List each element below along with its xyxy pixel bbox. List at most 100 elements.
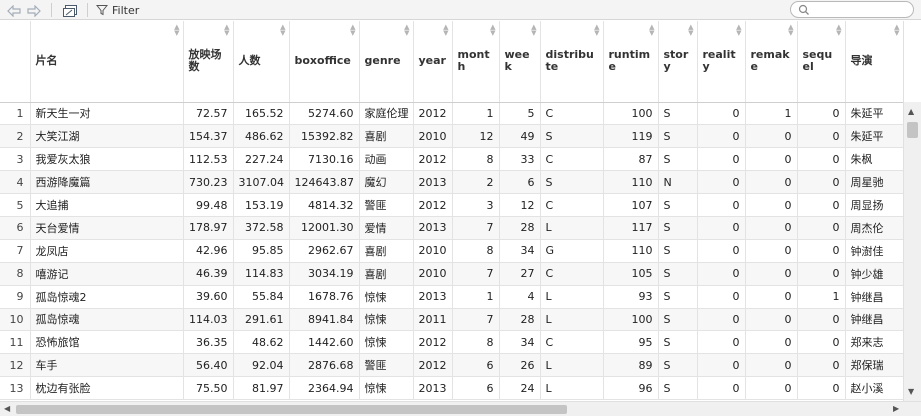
table-row[interactable]: 3 我爱灰太狼 112.53 227.24 7130.16 动画 2012 8 33 C 87 S 0 0… [0,147,903,172]
table-cell: 48.62 [233,330,290,355]
table-cell: S [658,102,698,126]
table-cell: 朱延平 [845,102,903,126]
table-row[interactable]: 10 孤岛惊魂 114.03 291.61 8941.84 惊悚 2011 7 28 L 100 S 0… [0,308,903,332]
table-row[interactable]: 13 枕边有张脸 75.50 81.97 2364.94 惊悚 2013 6 24 L 96 S 0 0 0… [0,376,903,401]
data-table: ▲ ▼ 片名 ▲ ▼ 放映场数 ▲ ▼ 人数 ▲ ▼ boxoffice ▲ ▼ genre ▲ ▼ y… [0,21,903,401]
table-cell: 8941.84 [289,308,360,332]
scroll-right-icon[interactable]: ▶ [893,404,899,413]
scroll-left-icon[interactable]: ◀ [4,404,10,413]
table-cell: G [540,239,604,263]
table-cell: 39.60 [183,285,234,309]
scroll-up-icon[interactable]: ▲ [908,107,914,116]
column-header[interactable]: ▲ ▼ 人数 [233,21,290,103]
table-cell: 家庭伦理 [359,102,414,126]
table-cell: C [540,102,604,126]
column-header[interactable]: ▲ ▼ reality [697,21,746,103]
table-cell: 新天生一对 [30,102,184,126]
table-cell: 730.23 [183,170,234,195]
table-row[interactable]: 9 孤岛惊魂2 39.60 55.84 1678.76 惊悚 2013 1 4 L 93 S 0 0 1 钟继… [0,285,903,309]
table-cell: 警匪 [359,353,414,378]
column-header[interactable]: ▲ ▼ boxoffice [289,21,360,103]
table-cell: 0 [745,124,798,149]
toolbar-divider [87,3,88,17]
row-number: 9 [0,285,31,309]
table-cell: 0 [797,330,846,355]
table-cell: 154.37 [183,124,234,149]
table-cell: 0 [697,124,746,149]
table-cell: 5274.60 [289,102,360,126]
table-cell: 2013 [413,285,453,309]
table-cell: 0 [797,124,846,149]
table-cell: S [658,353,698,378]
table-cell: 0 [797,308,846,332]
table-cell: 恐怖旅馆 [30,330,184,355]
table-cell: 0 [697,193,746,217]
horizontal-scrollbar[interactable]: ◀ ▶ [0,401,921,416]
table-cell: 0 [797,193,846,217]
table-cell: 34 [499,330,541,355]
table-row[interactable]: 7 龙凤店 42.96 95.85 2962.67 喜剧 2010 8 34 G 110 S 0 0 0 钟澍… [0,239,903,263]
column-header[interactable]: ▲ ▼ month [452,21,500,103]
table-cell: 周星驰 [845,170,903,195]
table-cell: S [658,285,698,309]
table-cell: 2010 [413,239,453,263]
filter-button[interactable]: Filter [96,2,139,18]
table-cell: 1 [797,285,846,309]
table-cell: 赵小溪 [845,376,903,401]
table-cell: 0 [745,376,798,401]
search-input[interactable] [790,1,914,18]
column-header[interactable]: ▲ ▼ 导演 [845,21,903,103]
table-cell: 0 [797,216,846,240]
table-cell: 0 [745,147,798,172]
column-header[interactable]: ▲ ▼ remake [745,21,798,103]
table-cell: C [540,147,604,172]
table-cell: 372.58 [233,216,290,240]
column-header[interactable]: ▲ ▼ sequel [797,21,846,103]
table-cell: 1 [452,285,500,309]
table-cell: S [658,239,698,263]
back-arrow-icon[interactable] [6,2,22,20]
table-cell: 0 [797,239,846,263]
table-cell: 大笑江湖 [30,124,184,149]
row-number: 3 [0,147,31,172]
table-cell: 1678.76 [289,285,360,309]
column-header[interactable]: ▲ ▼ week [499,21,541,103]
column-header[interactable]: ▲ ▼ story [658,21,698,103]
table-cell: 42.96 [183,239,234,263]
table-cell: 7 [452,262,500,286]
scroll-down-icon[interactable]: ▼ [908,387,914,396]
row-number: 13 [0,376,31,401]
table-cell: 100 [603,308,659,332]
table-row[interactable]: 11 恐怖旅馆 36.35 48.62 1442.60 惊悚 2012 8 34 C 95 S 0 0 0 郑… [0,330,903,355]
column-header[interactable]: ▲ ▼ distribute [540,21,604,103]
table-cell: 车手 [30,353,184,378]
column-header[interactable]: ▲ ▼ 片名 [30,21,184,103]
data-grid: ▲ ▼ 片名 ▲ ▼ 放映场数 ▲ ▼ 人数 ▲ ▼ boxoffice ▲ ▼ genre ▲ ▼ y… [0,21,903,401]
column-header[interactable]: ▲ ▼ runtime [603,21,659,103]
table-row[interactable]: 1 新天生一对 72.57 165.52 5274.60 家庭伦理 2012 1 5 C 100 S 0… [0,102,903,126]
table-row[interactable]: 6 天台爱情 178.97 372.58 12001.30 爱情 2013 7 28 L 117 S 0… [0,216,903,240]
column-header[interactable]: ▲ ▼ 放映场数 [183,21,234,103]
column-header[interactable]: ▲ ▼ year [413,21,453,103]
horizontal-scroll-thumb[interactable] [16,405,567,414]
table-row[interactable]: 8 嘻游记 46.39 114.83 3034.19 喜剧 2010 7 27 C 105 S 0 0 0 钟… [0,262,903,286]
vertical-scrollbar[interactable]: ▲ ▼ [903,102,921,401]
column-header[interactable]: ▲ ▼ genre [359,21,414,103]
table-cell: 嘻游记 [30,262,184,286]
table-cell: 我爱灰太狼 [30,147,184,172]
table-cell: 惊悚 [359,285,414,309]
table-cell: 孤岛惊魂2 [30,285,184,309]
forward-arrow-icon[interactable] [26,2,42,20]
table-cell: 99.48 [183,193,234,217]
table-cell: 291.61 [233,308,290,332]
table-cell: 2010 [413,124,453,149]
popout-window-icon[interactable] [60,2,80,20]
table-row[interactable]: 4 西游降魔篇 730.23 3107.04 124643.87 魔幻 2013 2 6 S 110… [0,170,903,195]
table-cell: 46.39 [183,262,234,286]
table-body: 1 新天生一对 72.57 165.52 5274.60 家庭伦理 2012 1 5 C 100 S 0… [0,102,903,401]
table-cell: S [658,262,698,286]
table-row[interactable]: 2 大笑江湖 154.37 486.62 15392.82 喜剧 2010 12 49 S 119 S… [0,124,903,149]
table-row[interactable]: 12 车手 56.40 92.04 2876.68 警匪 2012 6 26 L 89 S 0 0 0 郑保瑞 [0,353,903,378]
table-row[interactable]: 5 大追捕 99.48 153.19 4814.32 警匪 2012 3 12 C 107 S 0 0 0 周… [0,193,903,217]
vertical-scroll-thumb[interactable] [907,122,918,138]
